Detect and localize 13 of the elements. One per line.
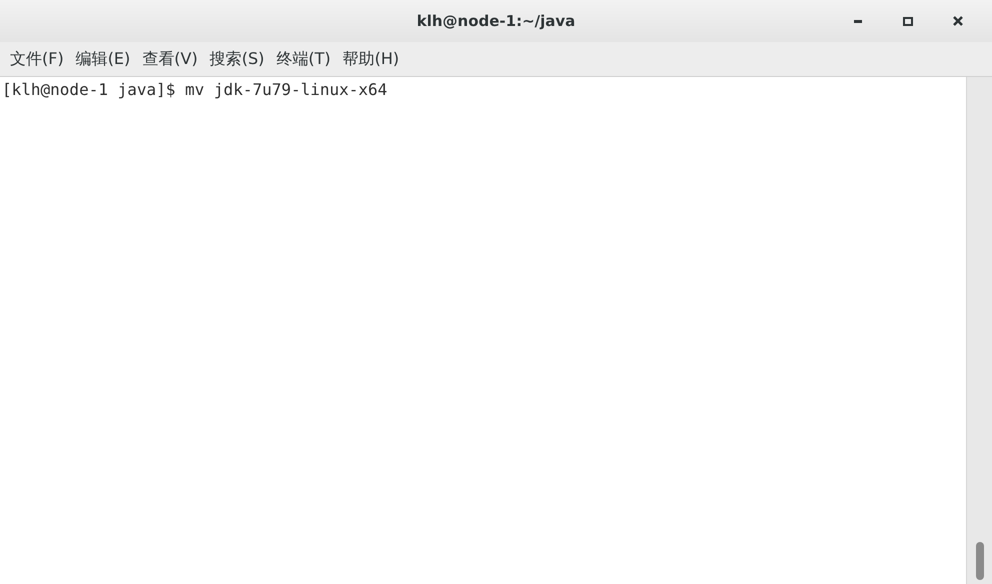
maximize-icon bbox=[903, 16, 913, 26]
minimize-icon bbox=[854, 20, 862, 22]
terminal-line: [klh@node-1 java]$ mv jdk-7u79-linux-x64 bbox=[2, 79, 388, 101]
scrollbar-thumb[interactable] bbox=[976, 542, 984, 580]
menu-item[interactable]: 帮助(H) bbox=[336, 44, 406, 74]
menu-item[interactable]: 编辑(E) bbox=[70, 44, 136, 74]
scrollbar[interactable] bbox=[966, 77, 992, 584]
window-title: klh@node-1:~/java bbox=[416, 12, 576, 30]
menu-item[interactable]: 文件(F) bbox=[4, 44, 70, 74]
menu-item[interactable]: 搜索(S) bbox=[204, 44, 270, 74]
menu-item[interactable]: 终端(T) bbox=[270, 44, 337, 74]
close-icon bbox=[953, 16, 963, 26]
menu-item[interactable]: 查看(V) bbox=[136, 44, 204, 74]
